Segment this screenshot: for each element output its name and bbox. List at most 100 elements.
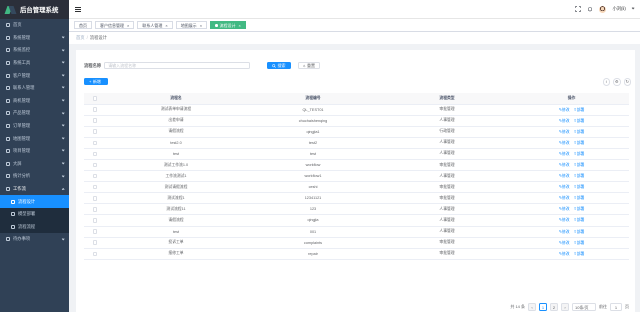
row-select-cell[interactable]: [84, 192, 106, 205]
avatar[interactable]: [599, 5, 607, 13]
sidebar-item[interactable]: 联系人管理: [0, 82, 69, 95]
edit-link[interactable]: ✎修改: [559, 163, 570, 167]
edit-link[interactable]: ✎修改: [559, 108, 570, 112]
edit-link[interactable]: ✎修改: [559, 252, 570, 256]
row-checkbox[interactable]: [92, 162, 98, 168]
table-row[interactable]: 测试流程11 123 人事管理 ✎修改 ⇪部署: [84, 203, 629, 216]
deploy-link[interactable]: ⇪部署: [574, 152, 585, 156]
row-select-cell[interactable]: [84, 181, 106, 194]
breadcrumb-home[interactable]: 首页: [76, 35, 85, 40]
close-icon[interactable]: ×: [200, 23, 202, 28]
header-select-all[interactable]: [84, 93, 106, 105]
edit-link[interactable]: ✎修改: [559, 196, 570, 200]
row-checkbox[interactable]: [92, 129, 98, 134]
row-checkbox[interactable]: [92, 140, 98, 146]
deploy-link[interactable]: ⇪部署: [574, 174, 585, 178]
sidebar-item[interactable]: 待办事项: [0, 233, 69, 246]
deploy-link[interactable]: ⇪部署: [574, 119, 585, 123]
row-select-cell[interactable]: [84, 137, 106, 149]
row-checkbox[interactable]: [92, 196, 98, 201]
row-checkbox[interactable]: [92, 107, 98, 112]
table-row[interactable]: test test 人事管理 ✎修改 ⇪部署: [84, 148, 629, 160]
row-checkbox[interactable]: [92, 207, 98, 212]
sidebar-item[interactable]: 系统工具: [0, 57, 69, 70]
edit-link[interactable]: ✎修改: [559, 119, 570, 123]
sidebar-item[interactable]: 订单管理: [0, 120, 69, 133]
deploy-link[interactable]: ⇪部署: [574, 108, 585, 112]
edit-link[interactable]: ✎修改: [559, 218, 570, 222]
deploy-link[interactable]: ⇪部署: [574, 241, 585, 245]
deploy-link[interactable]: ⇪部署: [574, 230, 585, 234]
deploy-link[interactable]: ⇪部署: [574, 218, 585, 222]
row-select-cell[interactable]: [84, 126, 106, 138]
search-input[interactable]: 请输入流程名称: [104, 62, 251, 69]
table-row[interactable]: 测试表单申请流程 QL_TEST01 审批管理 ✎修改 ⇪部署: [84, 104, 629, 116]
fullscreen-icon[interactable]: [575, 6, 582, 12]
page-number[interactable]: 1: [539, 303, 547, 311]
prev-page-button[interactable]: ‹: [528, 303, 536, 311]
table-row[interactable]: test 001 人事管理 ✎修改 ⇪部署: [84, 226, 629, 238]
add-button[interactable]: + 新增: [84, 78, 108, 85]
table-row[interactable]: 出差申请 chuchaishenqing 人事管理 ✎修改 ⇪部署: [84, 115, 629, 127]
sidebar-subitem[interactable]: 流程流程: [0, 220, 69, 234]
page-jump-input[interactable]: 1: [610, 303, 622, 311]
close-icon[interactable]: ×: [165, 23, 167, 28]
edit-link[interactable]: ✎修改: [559, 241, 570, 245]
table-row[interactable]: 测试工作流1.0 workflow 审批管理 ✎修改 ⇪部署: [84, 159, 629, 172]
row-checkbox[interactable]: [92, 240, 98, 245]
row-checkbox[interactable]: [92, 229, 98, 234]
table-row[interactable]: 请假流程 qingjia1 行政管理 ✎修改 ⇪部署: [84, 126, 629, 138]
table-row[interactable]: 报修工单 repair 审批管理 ✎修改 ⇪部署: [84, 248, 629, 260]
row-checkbox[interactable]: [92, 218, 98, 223]
bell-icon[interactable]: [587, 6, 593, 12]
table-row[interactable]: 请假流程 qingjia 人事管理 ✎修改 ⇪部署: [84, 214, 629, 227]
row-select-cell[interactable]: [84, 148, 106, 160]
edit-link[interactable]: ✎修改: [559, 152, 570, 156]
logo[interactable]: 后台管理系统: [0, 0, 69, 19]
row-checkbox[interactable]: [92, 251, 98, 257]
table-row[interactable]: 投诉工单 complaints 审批管理 ✎修改 ⇪部署: [84, 237, 629, 249]
edit-link[interactable]: ✎修改: [559, 141, 570, 145]
sidebar-item[interactable]: 地图管理: [0, 132, 69, 145]
column-height-icon[interactable]: ↕: [602, 78, 610, 86]
edit-link[interactable]: ✎修改: [559, 130, 570, 134]
sidebar-item[interactable]: 客户管理: [0, 69, 69, 82]
row-checkbox[interactable]: [92, 184, 98, 190]
hamburger-icon[interactable]: [75, 6, 81, 12]
close-icon[interactable]: ×: [239, 23, 241, 28]
tag-item[interactable]: 客户信息管理 ×: [95, 20, 135, 30]
row-select-cell[interactable]: [84, 170, 106, 183]
tag-item[interactable]: 流程设计 ×: [210, 20, 246, 30]
tag-item[interactable]: 首页: [74, 20, 92, 30]
row-select-cell[interactable]: [84, 248, 106, 260]
edit-link[interactable]: ✎修改: [559, 185, 570, 189]
next-page-button[interactable]: ›: [561, 303, 569, 311]
select-all-checkbox[interactable]: [92, 96, 98, 101]
refresh-icon[interactable]: ↻: [623, 78, 631, 86]
sidebar-item[interactable]: 系统管理: [0, 32, 69, 45]
row-checkbox[interactable]: [92, 173, 98, 179]
gear-icon[interactable]: ⚙: [613, 78, 621, 86]
row-select-cell[interactable]: [84, 104, 106, 116]
sidebar-item[interactable]: 项目管理: [0, 145, 69, 158]
row-select-cell[interactable]: [84, 115, 106, 127]
sidebar-item[interactable]: 统计分析: [0, 170, 69, 183]
sidebar-item[interactable]: 首页: [0, 19, 69, 32]
table-row[interactable]: 测试请假流程 ceshi 审批管理 ✎修改 ⇪部署: [84, 181, 629, 194]
table-row[interactable]: 测试流程1 12341121 审批管理 ✎修改 ⇪部署: [84, 192, 629, 205]
row-select-cell[interactable]: [84, 214, 106, 227]
tag-item[interactable]: 联系人管理 ×: [137, 20, 173, 30]
row-select-cell[interactable]: [84, 159, 106, 172]
deploy-link[interactable]: ⇪部署: [574, 252, 585, 256]
sidebar-item[interactable]: 大屏: [0, 158, 69, 171]
row-select-cell[interactable]: [84, 226, 106, 238]
sidebar-item[interactable]: 产品管理: [0, 107, 69, 120]
sidebar-subitem[interactable]: 模型部署: [0, 207, 69, 221]
user-name[interactable]: 小刘(li): [612, 6, 625, 12]
table-row[interactable]: test2.0 test2 人事管理 ✎修改 ⇪部署: [84, 137, 629, 149]
edit-link[interactable]: ✎修改: [559, 174, 570, 178]
search-button[interactable]: 搜索: [267, 62, 291, 69]
tag-item[interactable]: 地图展示 ×: [175, 20, 208, 30]
chevron-down-icon[interactable]: [631, 6, 635, 11]
reset-button[interactable]: 重置: [298, 62, 320, 69]
